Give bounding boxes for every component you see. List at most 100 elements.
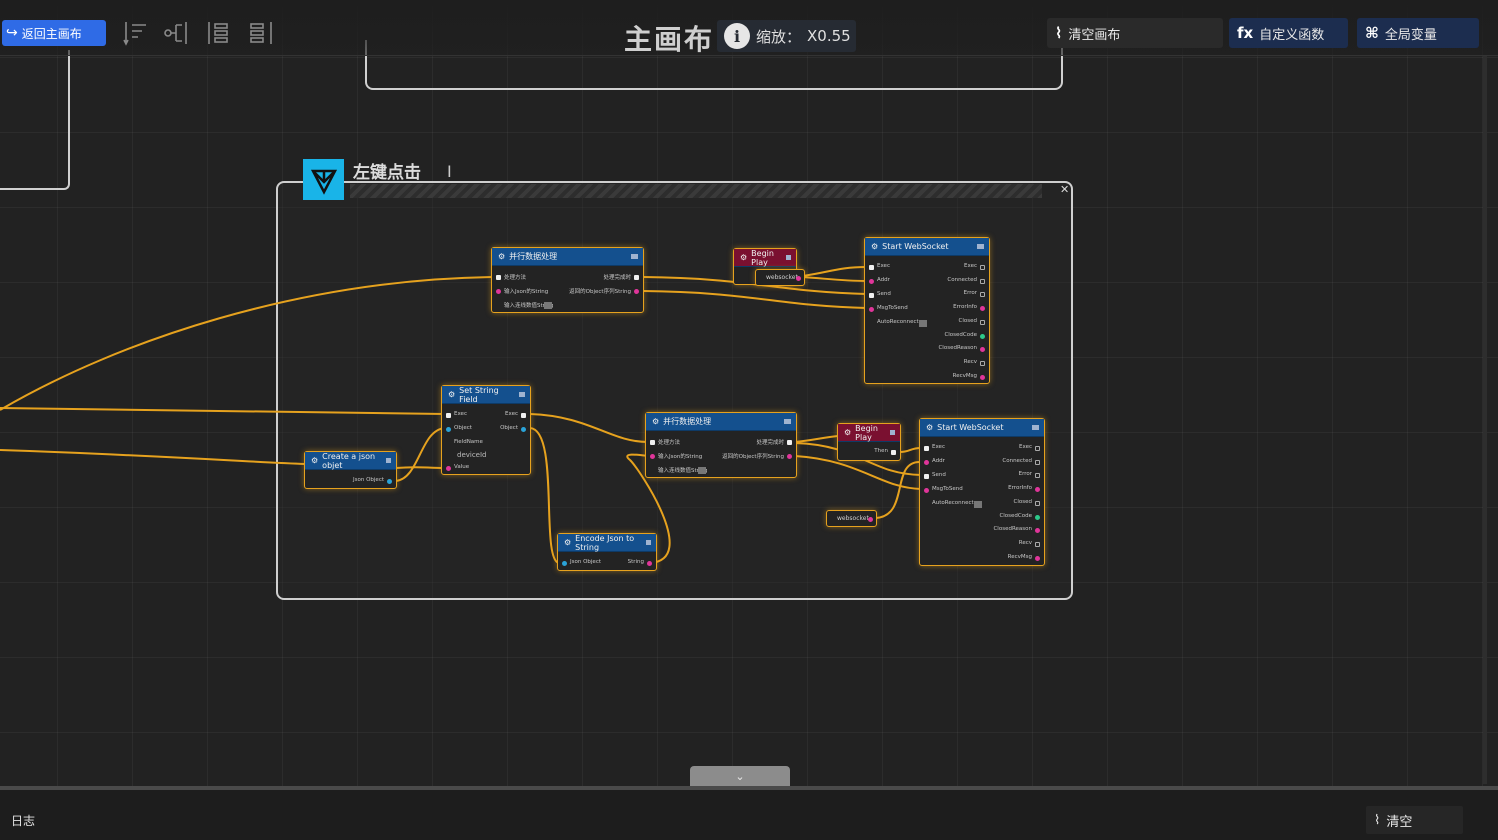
exec-out-pin[interactable] — [891, 450, 896, 455]
node-gear-icon: ⚙ — [871, 242, 879, 251]
branch-layout-icon[interactable] — [161, 18, 191, 48]
pin-label: Json Object — [353, 477, 384, 483]
node-title: Begin Play — [855, 423, 878, 442]
node-header[interactable]: ⚙ Set String Field — [442, 386, 530, 404]
node-header[interactable]: ⚙ Start WebSocket — [865, 238, 989, 256]
create-json-object-node[interactable]: ⚙ Create a json objet Json Object — [304, 451, 397, 489]
string-in-pin[interactable] — [496, 289, 501, 294]
node-title: Create a json objet — [322, 451, 376, 470]
object-out-pin[interactable] — [796, 276, 801, 281]
global-variables-button[interactable]: ⌘ 全局变量 — [1357, 18, 1479, 48]
wire — [802, 266, 867, 277]
output-pin[interactable] — [1035, 487, 1040, 493]
output-pin[interactable] — [980, 333, 985, 339]
node-title: Start WebSocket — [937, 423, 1004, 432]
blueprint-editor: 左键点击 ✕ I ⚙ 并行数据处理 处理方法 处理完成时 输入Json的Stri… — [0, 0, 1498, 840]
string-out-pin[interactable] — [647, 561, 652, 566]
exec-out-pin[interactable] — [634, 275, 639, 280]
node-gear-icon: ⚙ — [311, 456, 319, 465]
pin-label: 返回的Object序列String — [722, 454, 784, 460]
object-in-pin[interactable] — [446, 427, 451, 432]
field-name-input[interactable]: deviceId — [457, 451, 487, 459]
share-arrow-icon: ↪ — [6, 25, 18, 41]
output-pin[interactable] — [980, 265, 985, 270]
output-pin[interactable] — [1035, 473, 1040, 479]
output-pin[interactable] — [980, 306, 985, 312]
start-websocket-node-1[interactable]: ⚙ Start WebSocket Exec Addr Send MsgToSend A… — [864, 237, 990, 384]
exec-out-pin[interactable] — [521, 413, 526, 418]
exec-in-pin[interactable] — [650, 440, 655, 445]
string-out-pin[interactable] — [634, 289, 639, 294]
node-header[interactable]: ⚙ Begin Play — [734, 249, 796, 267]
checkbox[interactable] — [698, 467, 706, 474]
clear-canvas-button[interactable]: ⌇ 清空画布 — [1047, 18, 1223, 48]
pin-label: Then — [874, 448, 888, 454]
checkbox[interactable] — [544, 302, 552, 309]
start-websocket-node-2[interactable]: ⚙ Start WebSocket Exec Addr Send MsgToSend A… — [919, 418, 1045, 566]
collapse-panel-tab[interactable]: ⌄ — [690, 766, 790, 786]
broom-icon: ⌇ — [1055, 24, 1063, 42]
output-pin[interactable] — [1035, 528, 1040, 534]
clear-canvas-label: 清空画布 — [1068, 27, 1121, 43]
output-pin[interactable] — [980, 319, 985, 325]
output-pin[interactable] — [1035, 500, 1040, 506]
websocket-variable-node-1[interactable]: websocket — [755, 269, 805, 286]
output-pin[interactable] — [980, 278, 985, 284]
exec-in-pin[interactable] — [496, 275, 501, 280]
distribute-vertical-icon[interactable] — [205, 18, 235, 48]
parallel-process-node-1[interactable]: ⚙ 并行数据处理 处理方法 处理完成时 输入Json的String 返回的Obj… — [491, 247, 644, 313]
node-header[interactable]: ⚙ Start WebSocket — [920, 419, 1044, 437]
node-flag-icon — [785, 255, 791, 260]
exec-out-pin[interactable] — [787, 440, 792, 445]
log-panel — [0, 790, 1498, 840]
output-pin[interactable] — [1035, 514, 1040, 520]
output-pin[interactable] — [1035, 446, 1040, 451]
node-flag-icon — [645, 540, 651, 545]
vertical-scrollbar[interactable] — [1483, 56, 1487, 784]
output-pin[interactable] — [980, 374, 985, 380]
object-out-pin[interactable] — [387, 479, 392, 484]
exec-in-pin[interactable] — [446, 413, 451, 418]
output-pin[interactable] — [980, 292, 985, 298]
custom-function-button[interactable]: fx 自定义函数 — [1229, 18, 1348, 48]
string-in-pin[interactable] — [650, 454, 655, 459]
object-in-pin[interactable] — [562, 561, 567, 566]
node-title: Begin Play — [751, 248, 774, 267]
variable-label: websocket — [837, 515, 869, 522]
node-header[interactable]: ⚙ Begin Play — [838, 424, 900, 442]
clear-log-button[interactable]: ⌇ 清空 — [1366, 806, 1463, 834]
encode-json-node[interactable]: ⚙ Encode Json to String Json Object Stri… — [557, 533, 657, 571]
output-pin[interactable] — [1035, 459, 1040, 465]
node-header[interactable]: ⚙ 并行数据处理 — [492, 248, 643, 266]
wire — [529, 413, 649, 443]
node-header[interactable]: ⚙ Create a json objet — [305, 452, 396, 470]
node-header[interactable]: ⚙ Encode Json to String — [558, 534, 656, 552]
output-pin[interactable] — [1035, 555, 1040, 561]
zoom-label: 缩放： — [756, 27, 802, 46]
distribute-horizontal-icon[interactable] — [245, 18, 275, 48]
node-header[interactable]: ⚙ 并行数据处理 — [646, 413, 796, 431]
output-pin[interactable] — [1035, 541, 1040, 547]
object-out-pin[interactable] — [868, 517, 873, 522]
begin-play-node-2[interactable]: ⚙ Begin Play Then — [837, 423, 901, 461]
object-out-pin[interactable] — [521, 427, 526, 432]
node-gear-icon: ⚙ — [564, 538, 572, 547]
set-string-field-node[interactable]: ⚙ Set String Field Exec Exec Object Obje… — [441, 385, 531, 475]
back-label: 返回主画布 — [21, 26, 82, 41]
info-icon: i — [724, 23, 750, 49]
back-to-main-canvas-button[interactable]: ↪ 返回主画布 — [2, 20, 106, 46]
node-gear-icon: ⚙ — [498, 252, 506, 261]
pin-label: RecvMsg — [1007, 553, 1032, 560]
string-out-pin[interactable] — [787, 454, 792, 459]
string-in-pin[interactable] — [446, 466, 451, 471]
output-pin[interactable] — [980, 347, 985, 353]
align-left-icon[interactable] — [121, 18, 151, 48]
pin-label: Object — [454, 425, 472, 431]
node-canvas[interactable]: 左键点击 ✕ I ⚙ 并行数据处理 处理方法 处理完成时 输入Json的Stri… — [0, 0, 1498, 786]
output-pin[interactable] — [980, 360, 985, 366]
wire — [794, 435, 839, 443]
clear-log-label: 清空 — [1386, 814, 1413, 830]
websocket-variable-node-2[interactable]: websocket — [826, 510, 877, 527]
parallel-process-node-2[interactable]: ⚙ 并行数据处理 处理方法 处理完成时 输入Json的String 返回的Obj… — [645, 412, 797, 478]
pin-label: Connected — [947, 276, 977, 283]
